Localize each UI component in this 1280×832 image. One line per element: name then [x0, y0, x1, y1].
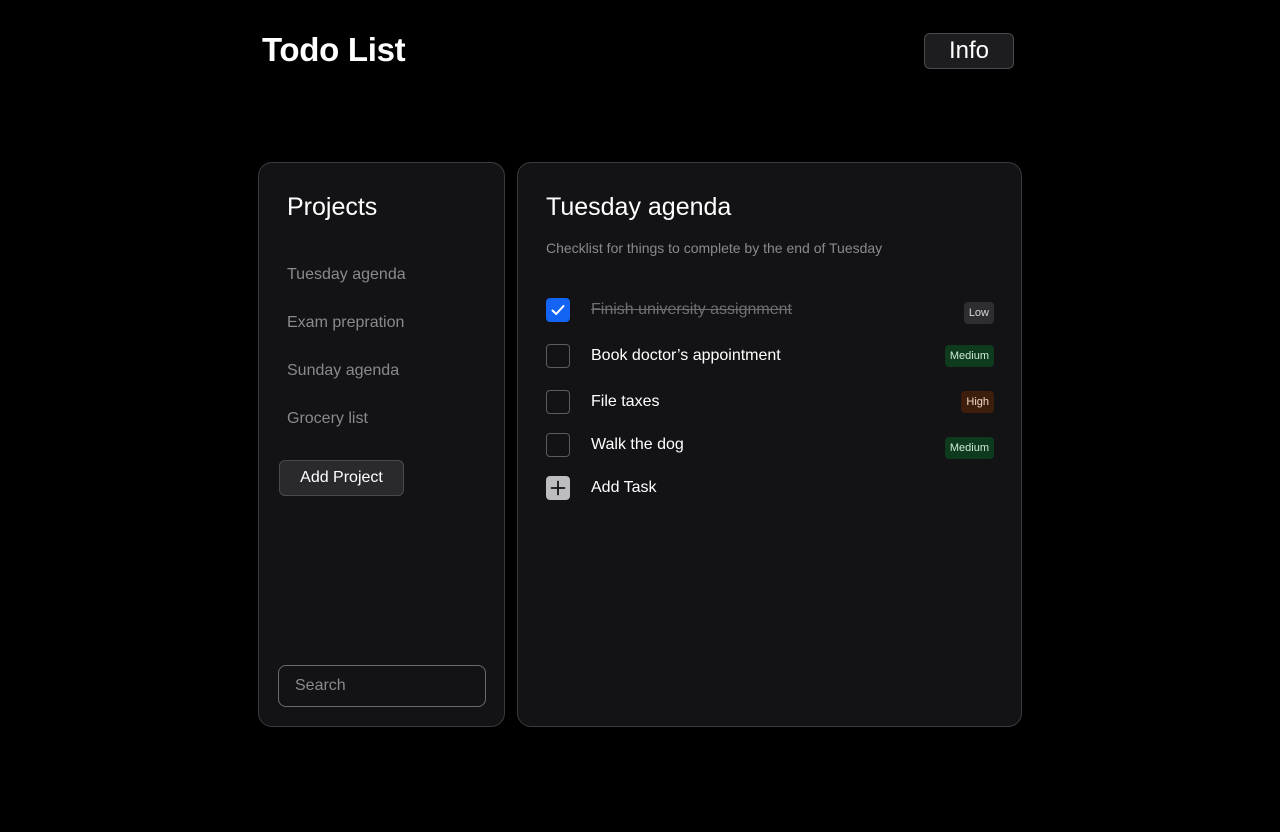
task-label: Walk the dog — [591, 436, 684, 453]
task-list: Finish university assignment Low Book do… — [546, 298, 994, 500]
priority-badge: High — [961, 391, 994, 413]
priority-badge: Medium — [944, 345, 994, 367]
project-list: Tuesday agenda Exam prepration Sunday ag… — [287, 263, 406, 455]
task-row: File taxes High — [546, 390, 994, 414]
project-description: Checklist for things to complete by the … — [546, 240, 883, 256]
search-input[interactable] — [278, 665, 486, 707]
task-label: Book doctor’s appointment — [591, 347, 781, 364]
task-label: Finish university assignment — [591, 301, 792, 318]
task-checkbox[interactable] — [546, 298, 570, 322]
project-item-tuesday-agenda[interactable]: Tuesday agenda — [287, 263, 406, 311]
plus-icon — [550, 480, 566, 496]
add-task-icon-box — [546, 476, 570, 500]
task-checkbox[interactable] — [546, 390, 570, 414]
project-detail-panel: Tuesday agenda Checklist for things to c… — [517, 162, 1022, 727]
priority-badge: Medium — [944, 437, 994, 459]
add-task-button[interactable]: Add Task — [546, 476, 994, 500]
task-row: Finish university assignment Low — [546, 298, 994, 324]
task-label: File taxes — [591, 393, 660, 410]
task-row: Walk the dog Medium — [546, 433, 994, 459]
info-button[interactable]: Info — [924, 33, 1014, 69]
project-item-exam-prepration[interactable]: Exam prepration — [287, 311, 406, 359]
project-item-grocery-list[interactable]: Grocery list — [287, 407, 406, 455]
add-task-label: Add Task — [591, 479, 657, 496]
priority-badge: Low — [963, 302, 994, 324]
project-title: Tuesday agenda — [546, 193, 732, 221]
add-project-button[interactable]: Add Project — [279, 460, 404, 496]
task-checkbox[interactable] — [546, 344, 570, 368]
app-title: Todo List — [262, 31, 406, 68]
task-row: Book doctor’s appointment Medium — [546, 344, 994, 368]
check-icon — [551, 305, 565, 315]
task-checkbox[interactable] — [546, 433, 570, 457]
projects-sidebar: Projects Tuesday agenda Exam prepration … — [258, 162, 505, 727]
project-item-sunday-agenda[interactable]: Sunday agenda — [287, 359, 406, 407]
projects-heading: Projects — [287, 193, 378, 221]
